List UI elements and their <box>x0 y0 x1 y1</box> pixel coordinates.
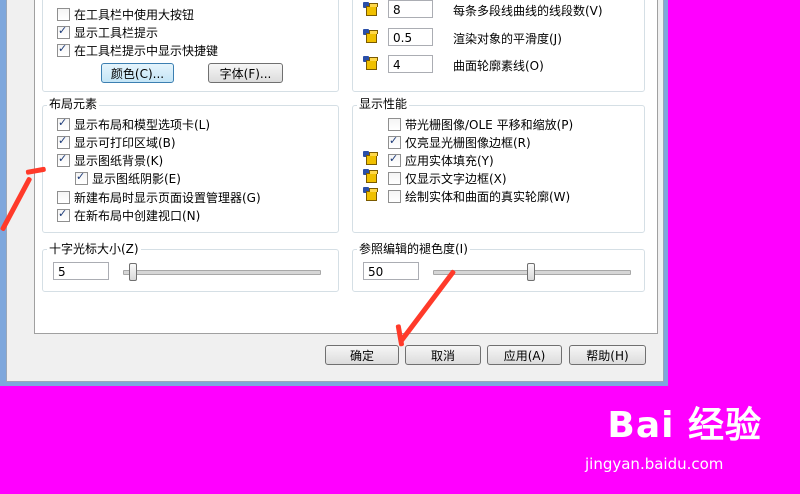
crosshair-slider-thumb[interactable] <box>128 263 137 281</box>
checkbox-label: 显示布局和模型选项卡(L) <box>74 117 211 132</box>
checkbox-label: 绘制实体和曲面的真实轮廓(W) <box>405 189 571 204</box>
crosshair-size-input[interactable]: 5 <box>53 262 109 280</box>
checkbox-label: 仅显示文字边框(X) <box>405 171 507 186</box>
checkbox-label: 在新布局中创建视口(N) <box>74 208 201 223</box>
smoothness-input[interactable]: 0.5 <box>388 28 433 46</box>
layout-tabs-checkbox[interactable]: 显示布局和模型选项卡(L) <box>57 116 210 132</box>
checkbox-box <box>57 24 70 39</box>
checkbox-label: 显示工具栏提示 <box>74 25 159 40</box>
group-title: 布局元素 <box>47 97 100 111</box>
checkbox-box <box>388 134 401 149</box>
drawing-setting-icon <box>363 56 381 72</box>
drawing-setting-icon <box>363 151 381 167</box>
xref-fade-input[interactable]: 50 <box>363 262 419 280</box>
checkbox-label: 仅亮显光栅图像边框(R) <box>405 135 531 150</box>
checkbox-box <box>57 207 70 222</box>
drawing-setting-icon <box>363 187 381 203</box>
help-button[interactable]: 帮助(H) <box>569 345 646 365</box>
baidu-url: jingyan.baidu.com <box>585 455 724 473</box>
apply-button[interactable]: 应用(A) <box>487 345 562 365</box>
drawing-setting-icon <box>363 29 381 45</box>
drawing-setting-icon <box>363 169 381 185</box>
checkbox-box <box>388 117 401 131</box>
dialog-frame: 在工具栏中使用大按钮 显示工具栏提示 在工具栏提示中显示快捷键 颜色(C)...… <box>0 0 668 386</box>
group-title: 十字光标大小(Z) <box>47 242 141 256</box>
checkbox-box <box>388 189 401 203</box>
polyline-segments-label: 每条多段线曲线的线段数(V) <box>453 4 603 18</box>
crosshair-size-group: 十字光标大小(Z) 5 <box>42 242 339 292</box>
raster-frame-highlight-checkbox[interactable]: 仅亮显光栅图像边框(R) <box>388 134 531 150</box>
display-resolution-group: 8 每条多段线曲线的线段数(V) 0.5 渲染对象的平滑度(J) 4 曲面轮廓素… <box>352 0 645 92</box>
checkbox-box <box>57 190 70 204</box>
group-title: 参照编辑的褪色度(I) <box>357 242 470 256</box>
fonts-button[interactable]: 字体(F)... <box>208 63 283 83</box>
tooltips-checkbox[interactable]: 显示工具栏提示 <box>57 24 158 40</box>
checkbox-label: 新建布局时显示页面设置管理器(G) <box>74 190 261 205</box>
polyline-segments-input[interactable]: 8 <box>388 0 433 18</box>
window-elements-group: 在工具栏中使用大按钮 显示工具栏提示 在工具栏提示中显示快捷键 颜色(C)...… <box>42 0 339 92</box>
checkbox-box <box>57 134 70 149</box>
checkbox-label: 显示图纸背景(K) <box>74 153 164 168</box>
checkbox-label: 显示可打印区域(B) <box>74 135 176 150</box>
checkbox-box <box>57 116 70 131</box>
raster-pan-zoom-checkbox[interactable]: 带光栅图像/OLE 平移和缩放(P) <box>388 116 573 132</box>
drawing-setting-icon <box>363 2 381 18</box>
contour-lines-label: 曲面轮廓素线(O) <box>453 59 544 73</box>
checkbox-box <box>57 42 70 57</box>
solid-fill-checkbox[interactable]: 应用实体填充(Y) <box>388 152 494 168</box>
paper-shadow-checkbox[interactable]: 显示图纸阴影(E) <box>75 170 181 186</box>
checkbox-label: 显示图纸阴影(E) <box>92 171 181 186</box>
group-title: 显示性能 <box>357 97 410 111</box>
xref-fade-group: 参照编辑的褪色度(I) 50 <box>352 242 645 292</box>
checkbox-label: 应用实体填充(Y) <box>405 153 494 168</box>
crosshair-slider-track[interactable] <box>123 270 321 275</box>
printable-area-checkbox[interactable]: 显示可打印区域(B) <box>57 134 176 150</box>
checkbox-box <box>75 170 88 185</box>
page-setup-manager-checkbox[interactable]: 新建布局时显示页面设置管理器(G) <box>57 189 261 205</box>
checkbox-label: 带光栅图像/OLE 平移和缩放(P) <box>405 117 574 132</box>
large-buttons-checkbox[interactable]: 在工具栏中使用大按钮 <box>57 6 194 22</box>
checkbox-box <box>388 152 401 167</box>
display-performance-group: 显示性能 带光栅图像/OLE 平移和缩放(P) 仅亮显光栅图像边框(R) 应用实… <box>352 97 645 233</box>
layout-elements-group: 布局元素 显示布局和模型选项卡(L) 显示可打印区域(B) 显示图纸背景(K) … <box>42 97 339 233</box>
shortcut-keys-checkbox[interactable]: 在工具栏提示中显示快捷键 <box>57 42 218 58</box>
smoothness-label: 渲染对象的平滑度(J) <box>453 32 562 46</box>
dialog-body: 在工具栏中使用大按钮 显示工具栏提示 在工具栏提示中显示快捷键 颜色(C)...… <box>6 0 664 382</box>
baidu-logo: Bai 经验 <box>607 405 762 446</box>
checkbox-label: 在工具栏中使用大按钮 <box>74 7 195 22</box>
contour-lines-input[interactable]: 4 <box>388 55 433 73</box>
colors-button[interactable]: 颜色(C)... <box>101 63 174 83</box>
checkbox-label: 在工具栏提示中显示快捷键 <box>74 43 219 58</box>
checkbox-box <box>57 7 70 21</box>
checkbox-box <box>57 152 70 167</box>
text-frame-only-checkbox[interactable]: 仅显示文字边框(X) <box>388 170 507 186</box>
cancel-button[interactable]: 取消 <box>405 345 481 365</box>
ok-button[interactable]: 确定 <box>325 345 399 365</box>
paper-background-checkbox[interactable]: 显示图纸背景(K) <box>57 152 163 168</box>
true-silhouettes-checkbox[interactable]: 绘制实体和曲面的真实轮廓(W) <box>388 188 570 204</box>
create-viewport-checkbox[interactable]: 在新布局中创建视口(N) <box>57 207 200 223</box>
options-panel: 在工具栏中使用大按钮 显示工具栏提示 在工具栏提示中显示快捷键 颜色(C)...… <box>34 0 658 334</box>
xref-fade-slider-thumb[interactable] <box>527 263 535 281</box>
checkbox-box <box>388 171 401 185</box>
